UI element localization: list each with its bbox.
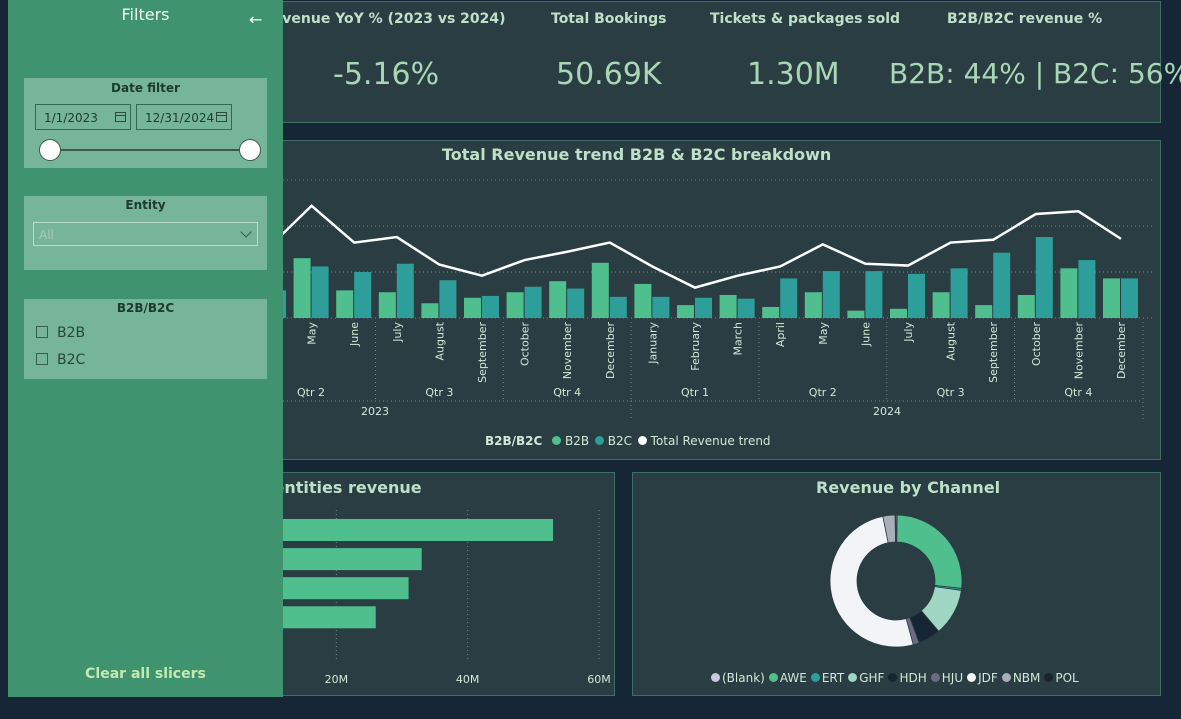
kpi-title-tickets: Tickets & packages sold (710, 11, 901, 27)
kpi-title-b2b-b2c: B2B/B2C revenue % (947, 11, 1103, 27)
legend-item-nbm[interactable]: NBM (1013, 671, 1041, 685)
legend-dot-awe (768, 673, 778, 682)
date-slicer-title: Date filter (111, 81, 180, 95)
legend-item-b2b[interactable]: B2B (565, 434, 589, 448)
b2b-b2c-slicer-title: B2B/B2C (116, 301, 175, 315)
legend-dot-nbm (1001, 673, 1011, 682)
legend-dot-blank (711, 673, 720, 682)
start-date-input[interactable]: 1/1/2023 (35, 104, 131, 130)
date-range-end-handle[interactable] (239, 139, 261, 161)
entity-slicer-title: Entity (125, 198, 166, 212)
legend-item-blank[interactable]: (Blank) (722, 671, 765, 685)
channel-legend: (Blank) AWE ERT GHF HDH HJU JDF NBM POL (711, 671, 1079, 685)
clear-all-slicers-button[interactable]: Clear all slicers (8, 666, 283, 682)
trend-legend: B2B/B2C B2B B2C Total Revenue trend (485, 434, 771, 448)
entity-dropdown-value: All (39, 228, 54, 242)
legend-dot-hju (930, 673, 940, 682)
legend-item-b2c[interactable]: B2C (608, 434, 632, 448)
back-arrow-icon[interactable]: ← (249, 10, 262, 29)
legend-dot-trend (637, 436, 647, 445)
legend-dot-jdf (967, 673, 977, 682)
date-range-start-handle[interactable] (39, 139, 61, 161)
legend-item-ert[interactable]: ERT (822, 671, 844, 685)
legend-dot-pol (1044, 673, 1054, 682)
legend-item-awe[interactable]: AWE (780, 671, 807, 685)
legend-dot-ghf (848, 673, 858, 682)
checkbox-b2c-label: B2C (57, 352, 86, 368)
checkbox-b2b[interactable]: B2B (36, 325, 85, 343)
legend-dot-hdh (888, 673, 898, 682)
legend-item-trend[interactable]: Total Revenue trend (651, 434, 771, 448)
checkbox-b2c[interactable]: B2C (36, 352, 85, 370)
kpi-value-tickets: 1.30M (747, 57, 840, 92)
legend-item-hju[interactable]: HJU (942, 671, 963, 685)
date-slicer: Date filter 1/1/2023 12/31/2024 (24, 78, 267, 168)
end-date-input[interactable]: 12/31/2024 (136, 104, 232, 130)
entity-slicer: Entity All (24, 196, 267, 270)
legend-dot-b2c (594, 436, 604, 445)
legend-dot-b2b (552, 436, 562, 445)
chevron-down-icon (240, 226, 252, 238)
b2b-b2c-slicer: B2B/B2C B2B B2C (24, 299, 267, 379)
date-range-track[interactable] (50, 149, 250, 151)
kpi-title-bookings: Total Bookings (551, 11, 667, 27)
legend-dot-ert (810, 673, 820, 682)
kpi-title-yoy: Revenue YoY % (2023 vs 2024) (262, 11, 506, 27)
calendar-icon[interactable] (115, 112, 126, 122)
trend-legend-title: B2B/B2C (485, 434, 543, 448)
legend-item-hdh[interactable]: HDH (899, 671, 926, 685)
checkbox-b2b-label: B2B (57, 325, 86, 341)
kpi-value-yoy: -5.16% (333, 57, 440, 92)
channel-chart-panel (632, 472, 1161, 696)
legend-item-ghf[interactable]: GHF (859, 671, 884, 685)
checkbox-icon[interactable] (36, 353, 48, 365)
legend-item-jdf[interactable]: JDF (978, 671, 998, 685)
checkbox-icon[interactable] (36, 326, 48, 338)
kpi-value-b2b-b2c: B2B: 44% | B2C: 56% (889, 57, 1181, 90)
entity-dropdown[interactable]: All (33, 222, 258, 246)
calendar-icon[interactable] (216, 112, 227, 122)
kpi-value-bookings: 50.69K (556, 57, 662, 92)
start-date-value: 1/1/2023 (44, 111, 98, 125)
end-date-value: 12/31/2024 (145, 111, 215, 125)
trend-chart-title: Total Revenue trend B2B & B2C breakdown (442, 145, 832, 164)
legend-item-pol[interactable]: POL (1055, 671, 1078, 685)
channel-chart-title: Revenue by Channel (816, 478, 1001, 497)
filter-pane-title: Filters (121, 5, 170, 24)
filter-pane: Filters ← Date filter 1/1/2023 12/31/202… (8, 0, 283, 697)
